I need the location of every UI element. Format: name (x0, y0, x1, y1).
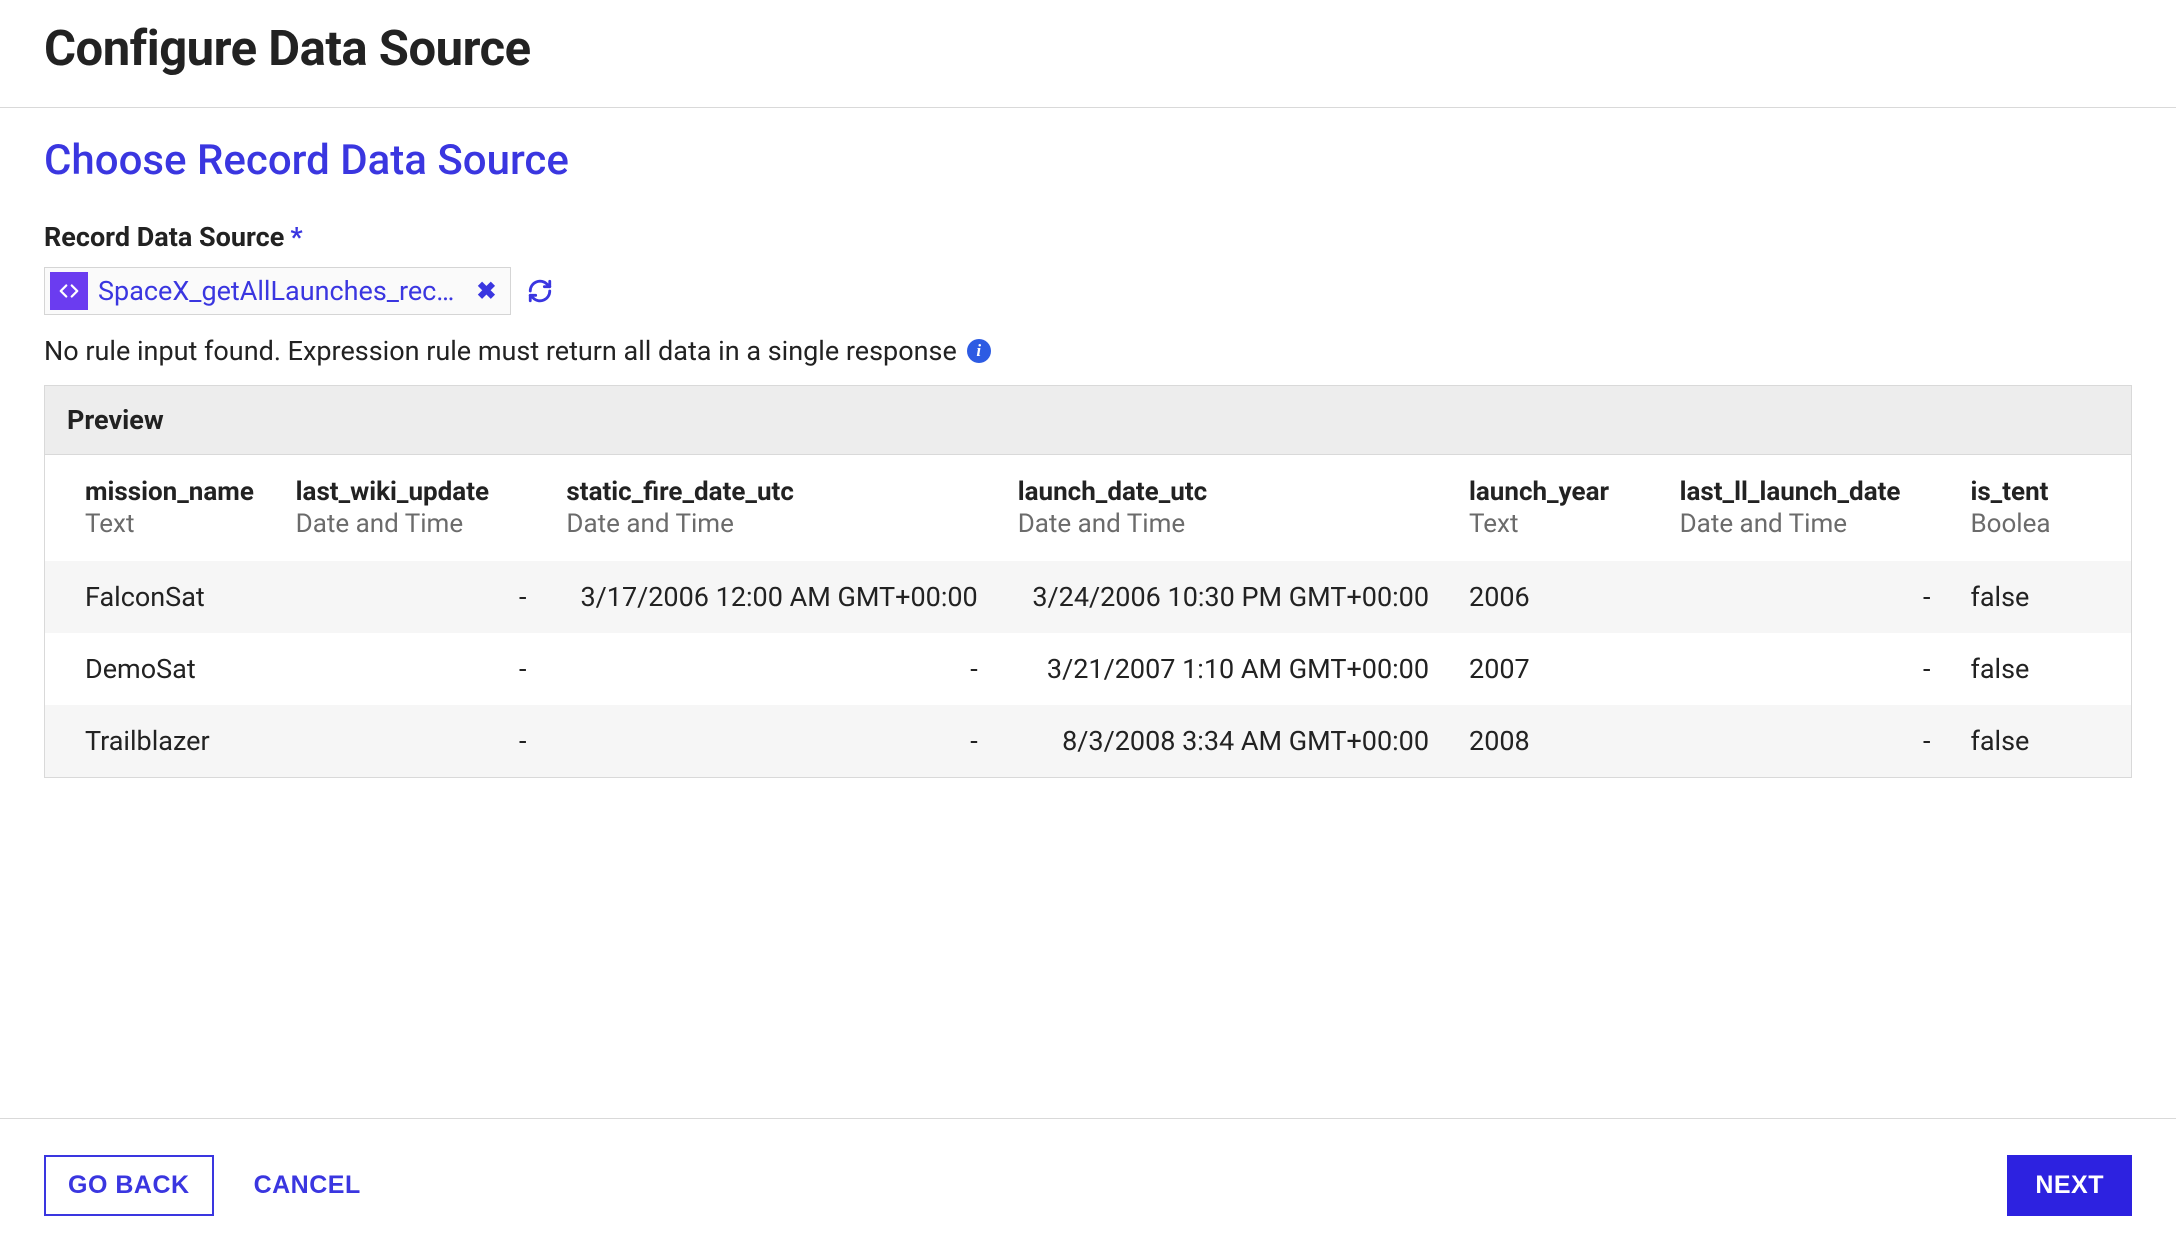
table-row: FalconSat - 3/17/2006 12:00 AM GMT+00:00… (45, 561, 2131, 633)
preview-table: mission_nameText last_wiki_updateDate an… (45, 455, 2131, 777)
cancel-button[interactable]: CANCEL (254, 1171, 361, 1200)
cell: 8/3/2008 3:34 AM GMT+00:00 (998, 705, 1449, 777)
cell: - (1660, 633, 1951, 705)
preview-box: Preview mission_nameText (44, 385, 2132, 778)
section-title: Choose Record Data Source (44, 136, 2132, 185)
cell: 2007 (1449, 633, 1660, 705)
page-title: Configure Data Source (44, 20, 2132, 77)
cell: false (1950, 705, 2131, 777)
info-icon[interactable]: i (967, 339, 991, 363)
cell: DemoSat (45, 633, 276, 705)
cell: 3/17/2006 12:00 AM GMT+00:00 (546, 561, 997, 633)
col-header: mission_nameText (45, 455, 276, 561)
col-header: launch_date_utcDate and Time (998, 455, 1449, 561)
table-row: Trailblazer - - 8/3/2008 3:34 AM GMT+00:… (45, 705, 2131, 777)
cell: - (276, 633, 547, 705)
cell: - (1660, 561, 1951, 633)
col-header: last_ll_launch_dateDate and Time (1660, 455, 1951, 561)
code-icon (50, 272, 88, 310)
cell: - (276, 705, 547, 777)
next-button[interactable]: NEXT (2007, 1155, 2132, 1216)
cell: - (276, 561, 547, 633)
preview-header: Preview (45, 386, 2131, 455)
cell: 2006 (1449, 561, 1660, 633)
table-header-row: mission_nameText last_wiki_updateDate an… (45, 455, 2131, 561)
cell: 3/21/2007 1:10 AM GMT+00:00 (998, 633, 1449, 705)
close-icon[interactable]: ✖ (472, 277, 500, 305)
cell: Trailblazer (45, 705, 276, 777)
cell: FalconSat (45, 561, 276, 633)
info-text: No rule input found. Expression rule mus… (44, 335, 957, 367)
cell: false (1950, 633, 2131, 705)
go-back-button[interactable]: GO BACK (44, 1155, 214, 1216)
col-header: is_tentBoolea (1950, 455, 2131, 561)
source-chip-text: SpaceX_getAllLaunches_rec… (98, 275, 454, 307)
cell: false (1950, 561, 2131, 633)
cell: - (1660, 705, 1951, 777)
cell: - (546, 705, 997, 777)
field-label: Record Data Source (44, 221, 284, 253)
required-marker: * (290, 221, 302, 253)
refresh-icon[interactable] (527, 278, 553, 304)
col-header: launch_yearText (1449, 455, 1660, 561)
cell: - (546, 633, 997, 705)
cell: 2008 (1449, 705, 1660, 777)
col-header: static_fire_date_utcDate and Time (546, 455, 997, 561)
source-chip[interactable]: SpaceX_getAllLaunches_rec… ✖ (44, 267, 511, 315)
col-header: last_wiki_updateDate and Time (276, 455, 547, 561)
cell: 3/24/2006 10:30 PM GMT+00:00 (998, 561, 1449, 633)
table-row: DemoSat - - 3/21/2007 1:10 AM GMT+00:00 … (45, 633, 2131, 705)
